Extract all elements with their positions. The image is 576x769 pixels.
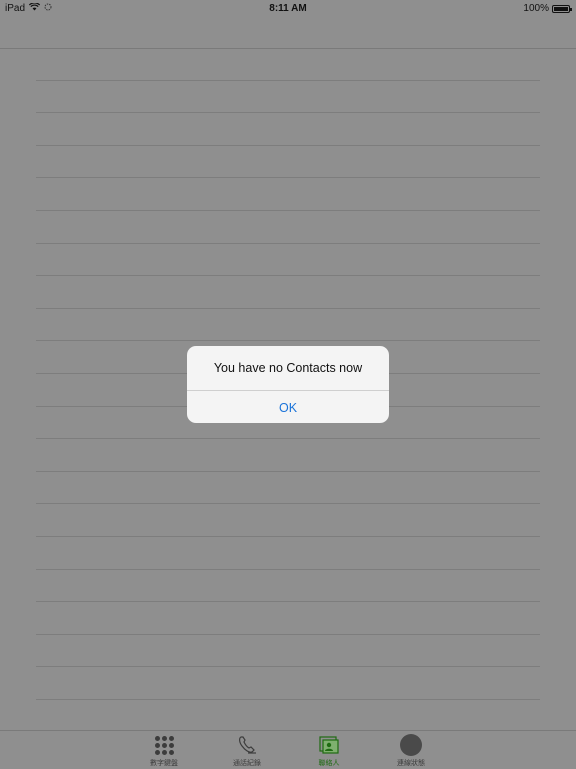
alert-message: You have no Contacts now <box>187 346 389 391</box>
tab-bar: 數字鍵盤 通話紀錄 聯絡人 連線狀態 <box>0 730 576 769</box>
tab-label: 連線狀態 <box>397 760 425 767</box>
contacts-icon <box>317 733 341 757</box>
tab-label: 數字鍵盤 <box>150 760 178 767</box>
keypad-icon <box>152 733 176 757</box>
status-circle-icon <box>399 733 423 757</box>
tab-label: 通話紀錄 <box>233 760 261 767</box>
tab-label: 聯絡人 <box>318 760 340 767</box>
alert-dialog: You have no Contacts now OK <box>187 346 389 423</box>
ok-button[interactable]: OK <box>187 391 389 423</box>
tab-keypad[interactable]: 數字鍵盤 <box>134 733 194 768</box>
tab-connection-status[interactable]: 連線狀態 <box>381 733 441 768</box>
tab-call-history[interactable]: 通話紀錄 <box>217 733 277 768</box>
phone-icon <box>235 733 259 757</box>
tab-contacts[interactable]: 聯絡人 <box>299 733 359 768</box>
